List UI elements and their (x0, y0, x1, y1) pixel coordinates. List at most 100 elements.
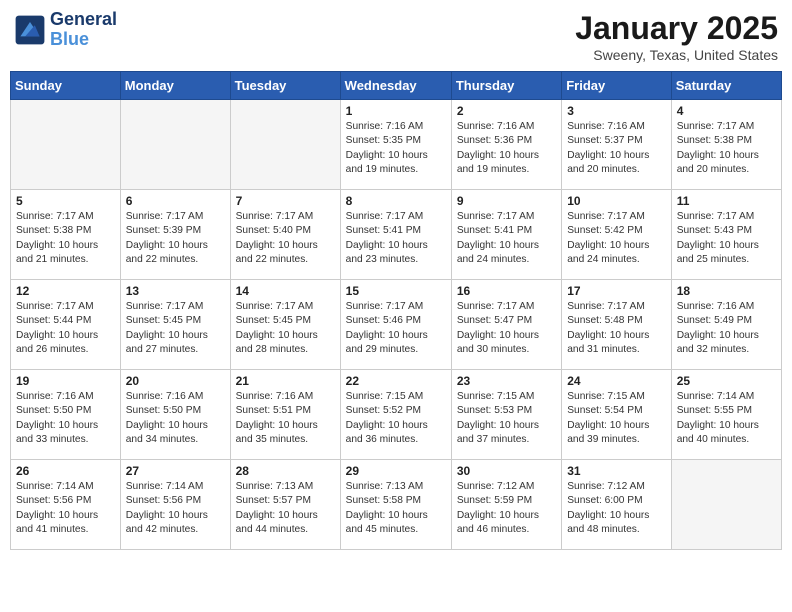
day-info: Sunrise: 7:16 AM Sunset: 5:37 PM Dayligh… (567, 120, 665, 177)
calendar-day: 15Sunrise: 7:17 AM Sunset: 5:46 PM Dayli… (340, 280, 451, 370)
logo-text: General Blue (50, 10, 117, 50)
day-number: 11 (677, 194, 776, 208)
calendar-day (11, 100, 121, 190)
calendar-day: 20 Sunrise: 7:16 AM Sunset: 5:50 PM Dayli… (120, 370, 230, 460)
day-info: Sunrise: 7:15 AM Sunset: 5:54 PM Dayligh… (567, 390, 665, 447)
calendar-day: 27Sunrise: 7:14 AM Sunset: 5:56 PM Dayli… (120, 460, 230, 550)
calendar-day: 31Sunrise: 7:12 AM Sunset: 6:00 PM Dayli… (562, 460, 671, 550)
day-info: Sunrise: 7:14 AM Sunset: 5:55 PM Dayligh… (677, 390, 776, 447)
day-number: 29 (346, 464, 446, 478)
day-info: Sunrise: 7:17 AM Sunset: 5:48 PM Dayligh… (567, 300, 665, 357)
day-info: Sunrise: 7:15 AM Sunset: 5:52 PM Dayligh… (346, 390, 446, 447)
calendar-day: 30Sunrise: 7:12 AM Sunset: 5:59 PM Dayli… (451, 460, 561, 550)
calendar-week-4: 19 Sunrise: 7:16 AM Sunset: 5:50 PM Dayli… (11, 370, 782, 460)
day-number: 14 (236, 284, 335, 298)
calendar-day: 1 Sunrise: 7:16 AM Sunset: 5:35 PM Daylig… (340, 100, 451, 190)
calendar-week-5: 26Sunrise: 7:14 AM Sunset: 5:56 PM Dayli… (11, 460, 782, 550)
day-number: 31 (567, 464, 665, 478)
day-number: 21 (236, 374, 335, 388)
day-number: 27 (126, 464, 225, 478)
calendar-day: 12 Sunrise: 7:17 AM Sunset: 5:44 PM Dayli… (11, 280, 121, 370)
day-number: 16 (457, 284, 556, 298)
day-info: Sunrise: 7:17 AM Sunset: 5:44 PM Dayligh… (16, 300, 115, 357)
day-header-sunday: Sunday (11, 72, 121, 100)
day-info: Sunrise: 7:16 AM Sunset: 5:50 PM Dayligh… (16, 390, 115, 447)
day-info: Sunrise: 7:16 AM Sunset: 5:50 PM Dayligh… (126, 390, 225, 447)
day-number: 25 (677, 374, 776, 388)
day-header-monday: Monday (120, 72, 230, 100)
day-number: 8 (346, 194, 446, 208)
day-header-wednesday: Wednesday (340, 72, 451, 100)
calendar-day: 26Sunrise: 7:14 AM Sunset: 5:56 PM Dayli… (11, 460, 121, 550)
calendar-day: 23Sunrise: 7:15 AM Sunset: 5:53 PM Dayli… (451, 370, 561, 460)
day-info: Sunrise: 7:16 AM Sunset: 5:36 PM Dayligh… (457, 120, 556, 177)
day-info: Sunrise: 7:17 AM Sunset: 5:40 PM Dayligh… (236, 210, 335, 267)
calendar-day: 5 Sunrise: 7:17 AM Sunset: 5:38 PM Daylig… (11, 190, 121, 280)
calendar-day: 17 Sunrise: 7:17 AM Sunset: 5:48 PM Dayli… (562, 280, 671, 370)
calendar-day: 18Sunrise: 7:16 AM Sunset: 5:49 PM Dayli… (671, 280, 781, 370)
day-number: 2 (457, 104, 556, 118)
day-number: 7 (236, 194, 335, 208)
calendar-day: 6Sunrise: 7:17 AM Sunset: 5:39 PM Daylig… (120, 190, 230, 280)
day-number: 26 (16, 464, 115, 478)
day-info: Sunrise: 7:15 AM Sunset: 5:53 PM Dayligh… (457, 390, 556, 447)
calendar-day: 19 Sunrise: 7:16 AM Sunset: 5:50 PM Dayli… (11, 370, 121, 460)
calendar-day: 21 Sunrise: 7:16 AM Sunset: 5:51 PM Dayli… (230, 370, 340, 460)
day-info: Sunrise: 7:17 AM Sunset: 5:45 PM Dayligh… (236, 300, 335, 357)
calendar-week-1: 1 Sunrise: 7:16 AM Sunset: 5:35 PM Daylig… (11, 100, 782, 190)
title-block: January 2025 Sweeny, Texas, United State… (575, 10, 778, 63)
calendar-day: 28Sunrise: 7:13 AM Sunset: 5:57 PM Dayli… (230, 460, 340, 550)
calendar-day (671, 460, 781, 550)
day-info: Sunrise: 7:17 AM Sunset: 5:45 PM Dayligh… (126, 300, 225, 357)
day-info: Sunrise: 7:17 AM Sunset: 5:46 PM Dayligh… (346, 300, 446, 357)
day-number: 6 (126, 194, 225, 208)
day-info: Sunrise: 7:17 AM Sunset: 5:41 PM Dayligh… (346, 210, 446, 267)
calendar-day (230, 100, 340, 190)
calendar-day: 13 Sunrise: 7:17 AM Sunset: 5:45 PM Dayli… (120, 280, 230, 370)
day-info: Sunrise: 7:17 AM Sunset: 5:42 PM Dayligh… (567, 210, 665, 267)
calendar-day: 4 Sunrise: 7:17 AM Sunset: 5:38 PM Daylig… (671, 100, 781, 190)
logo: General Blue (14, 10, 117, 50)
day-number: 22 (346, 374, 446, 388)
logo-icon (14, 14, 46, 46)
day-number: 19 (16, 374, 115, 388)
calendar-table: SundayMondayTuesdayWednesdayThursdayFrid… (10, 71, 782, 550)
calendar-day: 11 Sunrise: 7:17 AM Sunset: 5:43 PM Dayli… (671, 190, 781, 280)
day-number: 4 (677, 104, 776, 118)
day-info: Sunrise: 7:16 AM Sunset: 5:35 PM Dayligh… (346, 120, 446, 177)
day-number: 30 (457, 464, 556, 478)
calendar-day: 24 Sunrise: 7:15 AM Sunset: 5:54 PM Dayli… (562, 370, 671, 460)
day-number: 17 (567, 284, 665, 298)
day-header-tuesday: Tuesday (230, 72, 340, 100)
day-header-thursday: Thursday (451, 72, 561, 100)
calendar-day: 9Sunrise: 7:17 AM Sunset: 5:41 PM Daylig… (451, 190, 561, 280)
day-number: 28 (236, 464, 335, 478)
day-info: Sunrise: 7:16 AM Sunset: 5:51 PM Dayligh… (236, 390, 335, 447)
day-number: 5 (16, 194, 115, 208)
page-header: General Blue January 2025 Sweeny, Texas,… (10, 10, 782, 63)
day-info: Sunrise: 7:17 AM Sunset: 5:43 PM Dayligh… (677, 210, 776, 267)
day-number: 24 (567, 374, 665, 388)
logo-line2: Blue (50, 30, 117, 50)
calendar-day: 7 Sunrise: 7:17 AM Sunset: 5:40 PM Daylig… (230, 190, 340, 280)
day-info: Sunrise: 7:17 AM Sunset: 5:38 PM Dayligh… (16, 210, 115, 267)
day-info: Sunrise: 7:17 AM Sunset: 5:47 PM Dayligh… (457, 300, 556, 357)
day-number: 3 (567, 104, 665, 118)
day-number: 9 (457, 194, 556, 208)
day-number: 20 (126, 374, 225, 388)
day-header-friday: Friday (562, 72, 671, 100)
day-number: 13 (126, 284, 225, 298)
calendar-day: 3 Sunrise: 7:16 AM Sunset: 5:37 PM Daylig… (562, 100, 671, 190)
location: Sweeny, Texas, United States (575, 47, 778, 63)
calendar-day: 25 Sunrise: 7:14 AM Sunset: 5:55 PM Dayli… (671, 370, 781, 460)
day-number: 1 (346, 104, 446, 118)
day-number: 12 (16, 284, 115, 298)
day-info: Sunrise: 7:17 AM Sunset: 5:38 PM Dayligh… (677, 120, 776, 177)
day-number: 18 (677, 284, 776, 298)
day-info: Sunrise: 7:13 AM Sunset: 5:58 PM Dayligh… (346, 480, 446, 537)
calendar-day: 8 Sunrise: 7:17 AM Sunset: 5:41 PM Daylig… (340, 190, 451, 280)
calendar-day (120, 100, 230, 190)
calendar-header-row: SundayMondayTuesdayWednesdayThursdayFrid… (11, 72, 782, 100)
calendar-day: 22 Sunrise: 7:15 AM Sunset: 5:52 PM Dayli… (340, 370, 451, 460)
month-year: January 2025 (575, 10, 778, 47)
